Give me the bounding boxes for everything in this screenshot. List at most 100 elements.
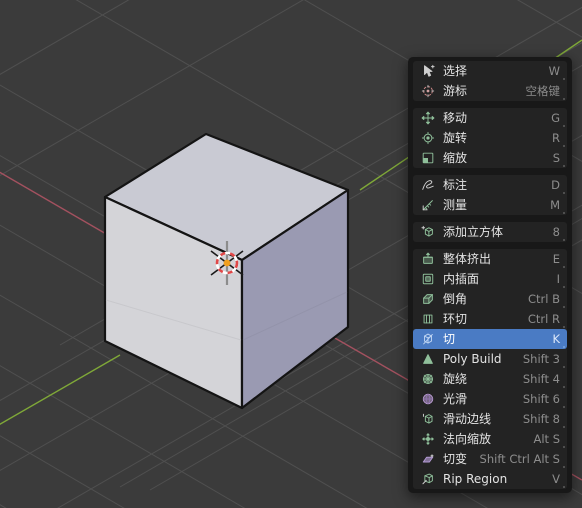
menu-item-label: 光滑: [443, 392, 468, 406]
menu-item-add-cube[interactable]: 添加立方体 8: [413, 222, 567, 242]
menu-item-label: 选择: [443, 64, 468, 78]
menu-group: 添加立方体 8: [413, 222, 567, 242]
tool-quick-menu[interactable]: 选择 W 游标 空格键 移动 G 旋转 R 缩放 S 标注 D 测量 M 添加立方体 8 整体挤出 E 内插面 I 倒角…: [408, 57, 572, 493]
menu-item-inset-faces[interactable]: 内插面 I: [413, 269, 567, 289]
menu-item-shortcut: D: [551, 178, 560, 192]
menu-item-label: 倒角: [443, 292, 468, 306]
move-icon: [419, 110, 437, 126]
rotate-icon: [419, 130, 437, 146]
shrink-fatten-icon: [419, 431, 437, 447]
menu-item-label: 缩放: [443, 151, 468, 165]
menu-item-label: 滑动边线: [443, 412, 492, 426]
menu-item-scale[interactable]: 缩放 S: [413, 148, 567, 168]
menu-item-corner-tick: [563, 78, 565, 80]
menu-item-shrink-fatten[interactable]: 法向缩放 Alt S: [413, 429, 567, 449]
menu-item-corner-tick: [563, 98, 565, 100]
menu-item-corner-tick: [563, 306, 565, 308]
menu-item-measure[interactable]: 测量 M: [413, 195, 567, 215]
menu-separator: [408, 168, 572, 175]
bevel-icon: [419, 291, 437, 307]
blender-viewport-window: 选择 W 游标 空格键 移动 G 旋转 R 缩放 S 标注 D 测量 M 添加立方体 8 整体挤出 E 内插面 I 倒角…: [0, 0, 582, 508]
select-box-icon: [419, 63, 437, 79]
menu-item-shortcut: M: [550, 198, 560, 212]
menu-item-label: 切: [443, 332, 456, 346]
menu-item-loop-cut[interactable]: 环切 Ctrl R: [413, 309, 567, 329]
menu-group: 整体挤出 E 内插面 I 倒角 Ctrl B 环切 Ctrl R 切 K Poly Build Shi…: [413, 249, 567, 489]
menu-item-shortcut: Shift 3: [522, 352, 560, 366]
spin-icon: [419, 371, 437, 387]
menu-item-spin[interactable]: 旋绕 Shift 4: [413, 369, 567, 389]
menu-item-label: 环切: [443, 312, 468, 326]
add-cube-icon: [419, 224, 437, 240]
menu-item-corner-tick: [563, 426, 565, 428]
measure-icon: [419, 197, 437, 213]
menu-item-shortcut: Shift Ctrl Alt S: [479, 452, 560, 466]
menu-item-shortcut: Shift 4: [522, 372, 560, 386]
menu-item-smooth[interactable]: 光滑 Shift 6: [413, 389, 567, 409]
shear-icon: [419, 451, 437, 467]
menu-item-corner-tick: [563, 466, 565, 468]
menu-item-corner-tick: [563, 286, 565, 288]
menu-item-label: 添加立方体: [443, 225, 504, 239]
menu-item-corner-tick: [563, 145, 565, 147]
menu-item-knife[interactable]: 切K: [413, 329, 567, 349]
menu-item-select-box[interactable]: 选择 W: [413, 61, 567, 81]
menu-item-shortcut: W: [548, 64, 560, 78]
menu-item-shortcut: G: [551, 111, 560, 125]
menu-item-label: 切变: [443, 452, 468, 466]
menu-item-corner-tick: [563, 486, 565, 488]
poly-build-icon: [419, 351, 437, 367]
edge-slide-icon: [419, 411, 437, 427]
inset-faces-icon: [419, 271, 437, 287]
menu-separator: [408, 242, 572, 249]
annotate-icon: [419, 177, 437, 193]
menu-item-label: 旋绕: [443, 372, 468, 386]
menu-item-corner-tick: [563, 165, 565, 167]
knife-icon: [419, 331, 437, 347]
menu-item-corner-tick: [563, 366, 565, 368]
menu-item-shortcut: S: [552, 151, 560, 165]
menu-item-corner-tick: [563, 406, 565, 408]
loop-cut-icon: [419, 311, 437, 327]
menu-item-corner-tick: [563, 212, 565, 214]
menu-item-label: 测量: [443, 198, 468, 212]
menu-item-poly-build[interactable]: Poly Build Shift 3: [413, 349, 567, 369]
menu-item-shortcut: R: [552, 131, 560, 145]
menu-item-corner-tick: [563, 125, 565, 127]
menu-item-rip-region[interactable]: Rip Region V: [413, 469, 567, 489]
smooth-icon: [419, 391, 437, 407]
menu-item-cursor-3d[interactable]: 游标 空格键: [413, 81, 567, 101]
menu-item-extrude-region[interactable]: 整体挤出 E: [413, 249, 567, 269]
menu-item-corner-tick: [563, 446, 565, 448]
extrude-region-icon: [419, 251, 437, 267]
menu-item-annotate[interactable]: 标注 D: [413, 175, 567, 195]
menu-item-shortcut: 8: [552, 225, 560, 239]
menu-item-shortcut: Shift 8: [522, 412, 560, 426]
menu-item-shortcut: I: [556, 272, 560, 286]
menu-item-corner-tick: [563, 386, 565, 388]
menu-item-shortcut: E: [552, 252, 560, 266]
menu-item-label: 法向缩放: [443, 432, 492, 446]
menu-item-label: 内插面: [443, 272, 480, 286]
menu-item-shortcut: Alt S: [533, 432, 560, 446]
menu-item-shortcut: V: [552, 472, 560, 486]
menu-item-edge-slide[interactable]: 滑动边线 Shift 8: [413, 409, 567, 429]
menu-item-shortcut: 空格键: [525, 84, 561, 98]
menu-group: 移动 G 旋转 R 缩放 S: [413, 108, 567, 168]
menu-item-label: 游标: [443, 84, 468, 98]
menu-item-move[interactable]: 移动 G: [413, 108, 567, 128]
menu-item-shortcut: Ctrl R: [527, 312, 560, 326]
menu-item-shortcut: K: [552, 332, 560, 346]
menu-item-rotate[interactable]: 旋转 R: [413, 128, 567, 148]
menu-item-label: 移动: [443, 111, 468, 125]
rip-region-icon: [419, 471, 437, 487]
menu-item-corner-tick: [563, 326, 565, 328]
menu-item-bevel[interactable]: 倒角 Ctrl B: [413, 289, 567, 309]
menu-item-corner-tick: [563, 192, 565, 194]
menu-item-shortcut: Ctrl B: [527, 292, 560, 306]
menu-item-shear[interactable]: 切变 Shift Ctrl Alt S: [413, 449, 567, 469]
menu-item-shortcut: Shift 6: [522, 392, 560, 406]
menu-item-label: 旋转: [443, 131, 468, 145]
menu-group: 选择 W 游标 空格键: [413, 61, 567, 101]
menu-group: 标注 D 测量 M: [413, 175, 567, 215]
